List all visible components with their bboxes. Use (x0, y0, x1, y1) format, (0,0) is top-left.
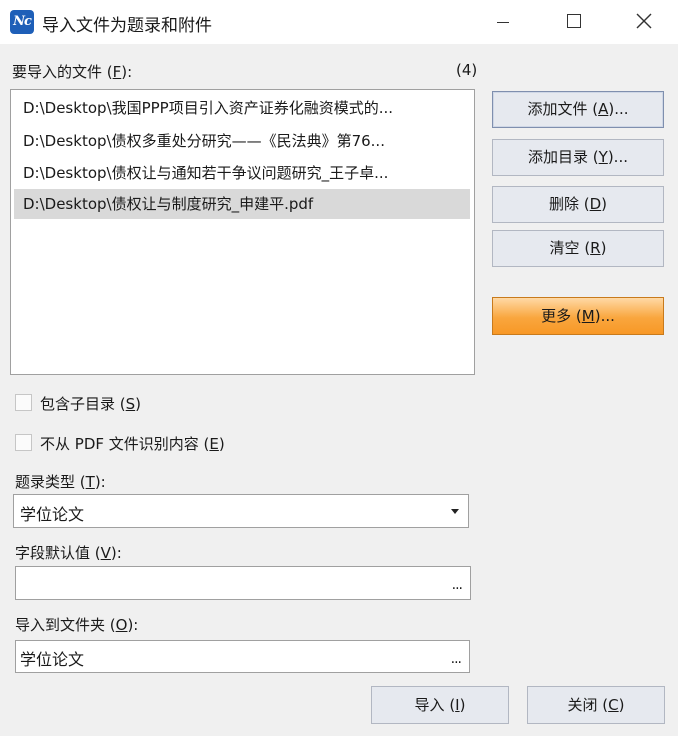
include-subdirs-label[interactable]: 包含子目录 (S) (40, 393, 141, 414)
minimize-button[interactable] (468, 0, 538, 44)
add-directory-button[interactable]: 添加目录 (Y)... (492, 139, 664, 176)
close-icon (636, 13, 652, 29)
file-list-item-selected[interactable]: D:\Desktop\债权让与制度研究_申建平.pdf (14, 189, 470, 219)
record-type-select[interactable]: 学位论文 (13, 494, 469, 528)
no-pdf-recognition-label[interactable]: 不从 PDF 文件识别内容 (E) (40, 433, 225, 454)
file-list-item[interactable]: D:\Desktop\我国PPP项目引入资产证券化融资模式的... (14, 93, 470, 123)
import-button[interactable]: 导入 (I) (371, 686, 509, 724)
close-window-button[interactable] (608, 0, 678, 44)
more-button[interactable]: 更多 (M)... (492, 297, 664, 335)
add-file-button[interactable]: 添加文件 (A)... (492, 91, 664, 128)
close-button[interactable]: 关闭 (C) (527, 686, 665, 724)
no-pdf-recognition-checkbox[interactable] (15, 434, 32, 451)
record-type-label: 题录类型 (T): (15, 473, 106, 491)
clear-button[interactable]: 清空 (R) (492, 230, 664, 267)
file-count: (4) (456, 61, 478, 79)
field-defaults-input[interactable]: ... (15, 566, 471, 600)
window-title: 导入文件为题录和附件 (42, 16, 212, 36)
delete-button[interactable]: 删除 (D) (492, 186, 664, 223)
record-type-value: 学位论文 (20, 505, 85, 524)
file-list-item[interactable]: D:\Desktop\债权多重处分研究——《民法典》第76... (14, 126, 470, 156)
import-folder-browse-button[interactable]: ... (451, 651, 462, 667)
title-bar: Nc 导入文件为题录和附件 (0, 0, 678, 44)
maximize-icon (567, 14, 581, 28)
import-folder-input[interactable]: 学位论文 ... (15, 640, 470, 673)
maximize-button[interactable] (538, 0, 608, 44)
field-defaults-browse-button[interactable]: ... (452, 577, 463, 593)
field-defaults-label: 字段默认值 (V): (15, 544, 122, 562)
app-icon: Nc (10, 10, 34, 34)
import-folder-label: 导入到文件夹 (O): (15, 616, 139, 634)
dropdown-arrow-icon (451, 509, 459, 514)
files-label: 要导入的文件 (F): (12, 63, 133, 81)
include-subdirs-checkbox[interactable] (15, 394, 32, 411)
file-list-item[interactable]: D:\Desktop\债权让与通知若干争议问题研究_王子卓... (14, 158, 470, 188)
file-list[interactable]: D:\Desktop\我国PPP项目引入资产证券化融资模式的... D:\Des… (10, 89, 475, 375)
minimize-icon (497, 22, 509, 23)
